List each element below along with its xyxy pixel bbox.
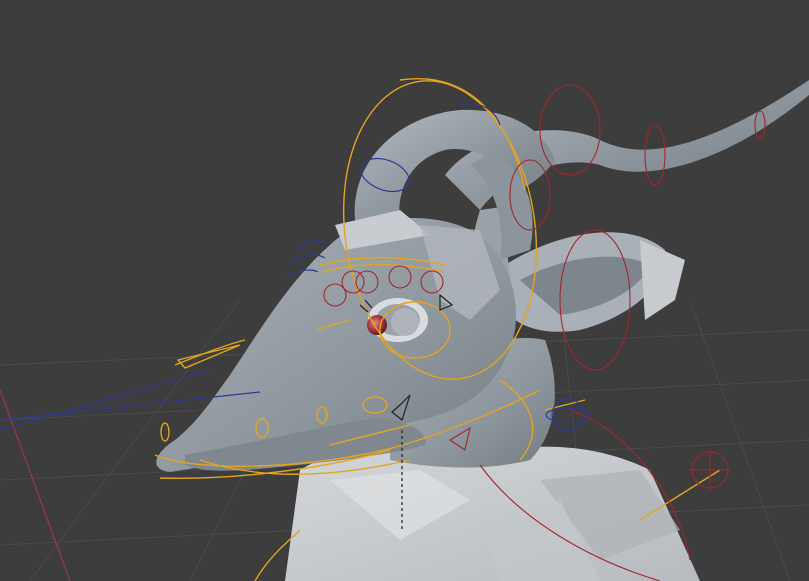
viewport-scene[interactable]	[0, 0, 809, 581]
3d-viewport[interactable]	[0, 0, 809, 581]
character-ear[interactable]	[505, 232, 685, 332]
